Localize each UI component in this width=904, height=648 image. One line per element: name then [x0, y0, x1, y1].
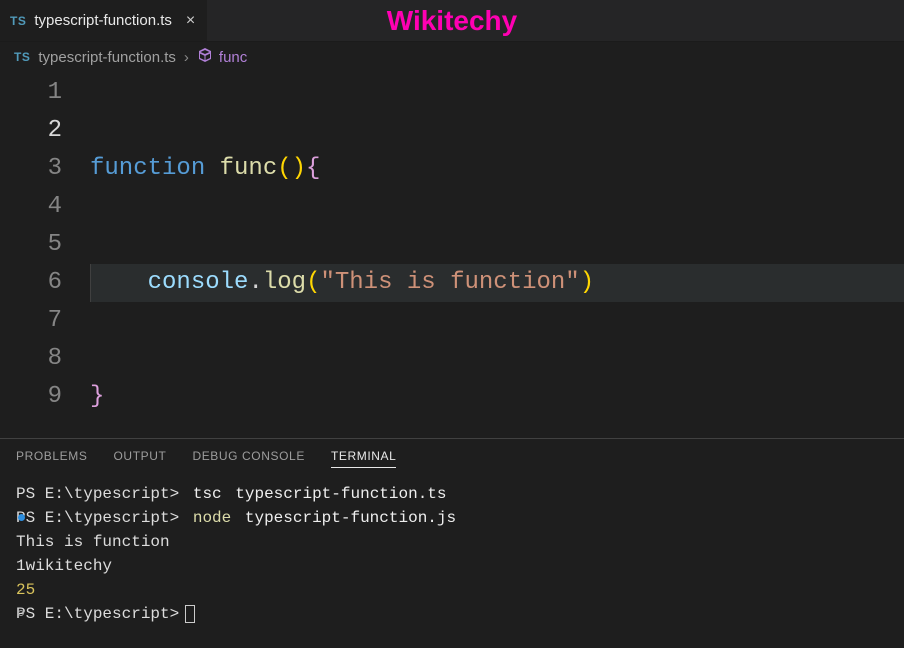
line-number: 3	[0, 150, 62, 188]
watermark: Wikitechy	[387, 5, 517, 37]
line-number: 8	[0, 340, 62, 378]
code-editor[interactable]: 1 2 3 4 5 6 7 8 9 function func(){ conso…	[0, 72, 904, 438]
code-content[interactable]: function func(){ console.log("This is fu…	[90, 74, 904, 438]
editor-tab[interactable]: TS typescript-function.ts ×	[0, 0, 208, 41]
tab-label: typescript-function.ts	[34, 12, 172, 29]
typescript-icon: TS	[14, 50, 30, 64]
terminal-line: PS E:\typescript> node typescript-functi…	[16, 506, 888, 530]
breadcrumb-file: typescript-function.ts	[38, 49, 176, 66]
line-number: 2	[0, 112, 62, 150]
line-number: 6	[0, 264, 62, 302]
terminal-output: 25	[16, 578, 888, 602]
terminal-prompt: PS E:\typescript>	[16, 506, 179, 530]
terminal-output: 1wikitechy	[16, 554, 888, 578]
tab-output[interactable]: OUTPUT	[114, 449, 167, 468]
typescript-icon: TS	[10, 14, 26, 28]
terminal-prompt: PS E:\typescript>	[16, 602, 179, 626]
panel-tab-bar: PROBLEMS OUTPUT DEBUG CONSOLE TERMINAL	[0, 439, 904, 476]
symbol-method-icon	[197, 47, 213, 67]
code-line: }	[90, 378, 904, 416]
terminal-output: This is function	[16, 530, 888, 554]
close-icon[interactable]: ×	[186, 12, 195, 30]
terminal-line: PS E:\typescript>	[16, 602, 888, 626]
terminal-line: PS E:\typescript> tsc typescript-functio…	[16, 482, 888, 506]
line-number: 9	[0, 378, 62, 416]
tab-terminal[interactable]: TERMINAL	[331, 449, 396, 468]
scroll-indicator-icon	[18, 610, 24, 616]
line-number: 5	[0, 226, 62, 264]
chevron-right-icon: ›	[184, 49, 189, 66]
code-line: function func(){	[90, 150, 904, 188]
line-number-gutter: 1 2 3 4 5 6 7 8 9	[0, 74, 90, 438]
tab-bar: TS typescript-function.ts × Wikitechy	[0, 0, 904, 42]
code-line: console.log("This is function")	[90, 264, 904, 302]
line-number: 1	[0, 74, 62, 112]
terminal[interactable]: PS E:\typescript> tsc typescript-functio…	[0, 476, 904, 648]
terminal-cursor	[185, 605, 195, 623]
breadcrumb-symbol: func	[197, 47, 247, 67]
line-number: 4	[0, 188, 62, 226]
breadcrumb[interactable]: TS typescript-function.ts › func	[0, 42, 904, 72]
terminal-prompt: PS E:\typescript>	[16, 482, 179, 506]
tab-debug-console[interactable]: DEBUG CONSOLE	[192, 449, 305, 468]
breadcrumb-symbol-name: func	[219, 49, 247, 66]
bottom-panel: PROBLEMS OUTPUT DEBUG CONSOLE TERMINAL P…	[0, 438, 904, 648]
dirty-indicator-icon	[18, 514, 25, 521]
line-number: 7	[0, 302, 62, 340]
tab-problems[interactable]: PROBLEMS	[16, 449, 88, 468]
